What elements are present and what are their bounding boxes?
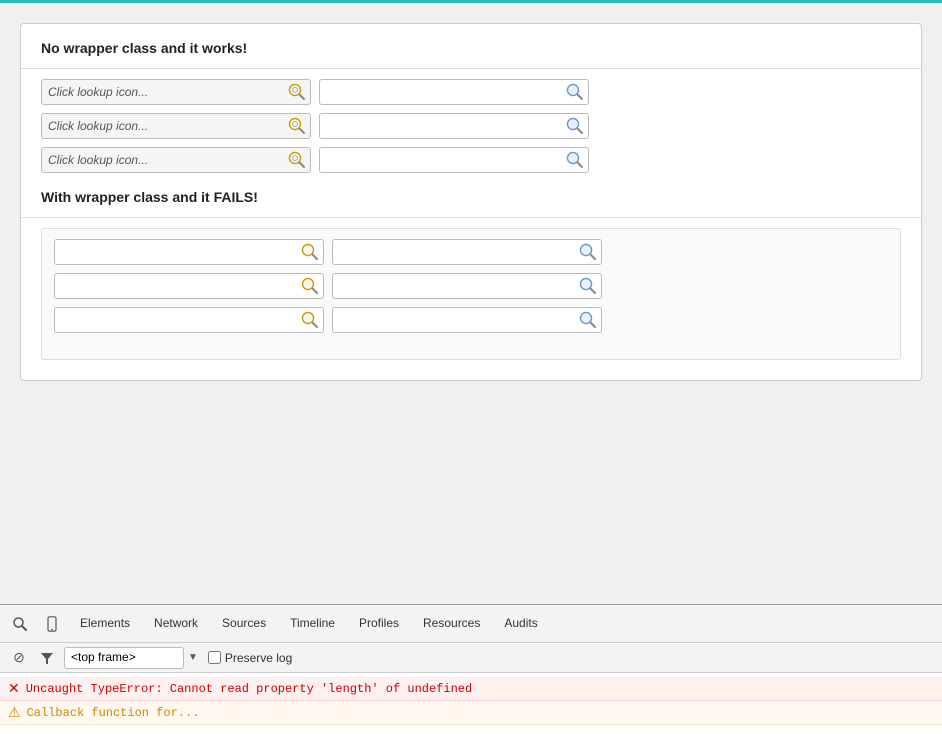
lookup-placeholder-1: Click lookup icon... <box>42 85 284 99</box>
fail-input-1-left[interactable] <box>55 245 297 259</box>
preserve-log-text: Preserve log <box>225 651 292 665</box>
lookup-btn-2-right[interactable] <box>562 114 588 138</box>
tab-resources[interactable]: Resources <box>411 605 492 643</box>
section2-rows <box>54 239 888 333</box>
tab-profiles[interactable]: Profiles <box>347 605 411 643</box>
section1-title: No wrapper class and it works! <box>41 40 901 56</box>
fail-btn-3-right[interactable] <box>575 308 601 332</box>
section2-divider <box>21 217 921 218</box>
preserve-log-label[interactable]: Preserve log <box>208 651 292 665</box>
fail-field-2-left <box>54 273 324 299</box>
lookup-field-3-left: Click lookup icon... <box>41 147 311 173</box>
frame-dropdown-arrow[interactable]: ▼ <box>188 652 198 663</box>
fail-icon-1-right <box>578 242 598 262</box>
plain-field-1-right <box>319 79 589 105</box>
section1-rows: Click lookup icon... <box>41 79 901 173</box>
devtools-bar: Elements Network Sources Timeline Profil… <box>0 604 942 734</box>
fail-field-3-left <box>54 307 324 333</box>
fail-field-2-right <box>332 273 602 299</box>
tab-sources[interactable]: Sources <box>210 605 278 643</box>
fail-icon-1-left <box>300 242 320 262</box>
input-1-right[interactable] <box>320 85 562 99</box>
tab-network[interactable]: Network <box>142 605 210 643</box>
fail-field-1-left <box>54 239 324 265</box>
error-text-1: Uncaught TypeError: Cannot read property… <box>26 682 472 696</box>
devtools-mobile-btn[interactable] <box>36 608 68 640</box>
devtools-search-btn[interactable] <box>4 608 36 640</box>
fail-btn-1-left[interactable] <box>297 240 323 264</box>
fail-input-3-left[interactable] <box>55 313 297 327</box>
lookup-placeholder-3: Click lookup icon... <box>42 153 284 167</box>
fail-icon-2-left <box>300 276 320 296</box>
fail-btn-3-left[interactable] <box>297 308 323 332</box>
section2-row-1 <box>54 239 888 265</box>
preserve-log-checkbox[interactable] <box>208 651 221 664</box>
fail-btn-2-right[interactable] <box>575 274 601 298</box>
fail-icon-3-left <box>300 310 320 330</box>
lookup-field-1-left: Click lookup icon... <box>41 79 311 105</box>
lookup-icon-2-right <box>565 116 585 136</box>
input-2-right[interactable] <box>320 119 562 133</box>
tab-audits[interactable]: Audits <box>492 605 549 643</box>
lookup-icon-2-left <box>287 116 307 136</box>
error-icon-1: ✕ <box>8 680 20 697</box>
fail-icon-3-right <box>578 310 598 330</box>
console-error-1: ✕ Uncaught TypeError: Cannot read proper… <box>0 677 942 701</box>
fail-icon-2-right <box>578 276 598 296</box>
section2-row-2 <box>54 273 888 299</box>
fail-btn-2-left[interactable] <box>297 274 323 298</box>
fail-input-2-right[interactable] <box>333 279 575 293</box>
input-3-right[interactable] <box>320 153 562 167</box>
lookup-icon-1-right <box>565 82 585 102</box>
tab-elements[interactable]: Elements <box>68 605 142 643</box>
frame-select-area: <top frame> ▼ <box>64 647 198 669</box>
lookup-icon-3-right <box>565 150 585 170</box>
fail-input-3-right[interactable] <box>333 313 575 327</box>
mobile-icon <box>45 616 59 632</box>
content-panel: No wrapper class and it works! Click loo… <box>20 23 922 381</box>
magnifier-icon <box>12 616 28 632</box>
frame-select-box: <top frame> <box>64 647 184 669</box>
lookup-btn-2-left[interactable] <box>284 114 310 138</box>
console-area: ✕ Uncaught TypeError: Cannot read proper… <box>0 673 942 734</box>
error-text-2: Callback function for... <box>27 706 200 720</box>
lookup-btn-1-right[interactable] <box>562 80 588 104</box>
section2-row-3 <box>54 307 888 333</box>
fail-field-3-right <box>332 307 602 333</box>
section1-row-1: Click lookup icon... <box>41 79 901 105</box>
lookup-btn-3-left[interactable] <box>284 148 310 172</box>
lookup-btn-1-left[interactable] <box>284 80 310 104</box>
error-icon-2: ⚠ <box>8 704 21 721</box>
lookup-field-2-left: Click lookup icon... <box>41 113 311 139</box>
lookup-btn-3-right[interactable] <box>562 148 588 172</box>
fail-btn-1-right[interactable] <box>575 240 601 264</box>
section1-row-2: Click lookup icon... <box>41 113 901 139</box>
fail-input-1-right[interactable] <box>333 245 575 259</box>
main-content: No wrapper class and it works! Click loo… <box>0 0 942 604</box>
tab-timeline[interactable]: Timeline <box>278 605 347 643</box>
section2-title: With wrapper class and it FAILS! <box>41 189 901 205</box>
fail-input-2-left[interactable] <box>55 279 297 293</box>
lookup-icon-1-left <box>287 82 307 102</box>
section2-wrapper <box>41 228 901 360</box>
devtools-toolbar2: ⊘ <top frame> ▼ Preserve log <box>0 643 942 673</box>
devtools-tabs: Elements Network Sources Timeline Profil… <box>0 605 942 643</box>
filter-icon <box>40 651 54 665</box>
console-error-2: ⚠ Callback function for... <box>0 701 942 725</box>
section1-divider <box>21 68 921 69</box>
section1-row-3: Click lookup icon... <box>41 147 901 173</box>
plain-field-3-right <box>319 147 589 173</box>
filter-btn[interactable] <box>36 647 58 669</box>
lookup-icon-3-left <box>287 150 307 170</box>
lookup-placeholder-2: Click lookup icon... <box>42 119 284 133</box>
no-entry-btn[interactable]: ⊘ <box>8 647 30 669</box>
plain-field-2-right <box>319 113 589 139</box>
fail-field-1-right <box>332 239 602 265</box>
